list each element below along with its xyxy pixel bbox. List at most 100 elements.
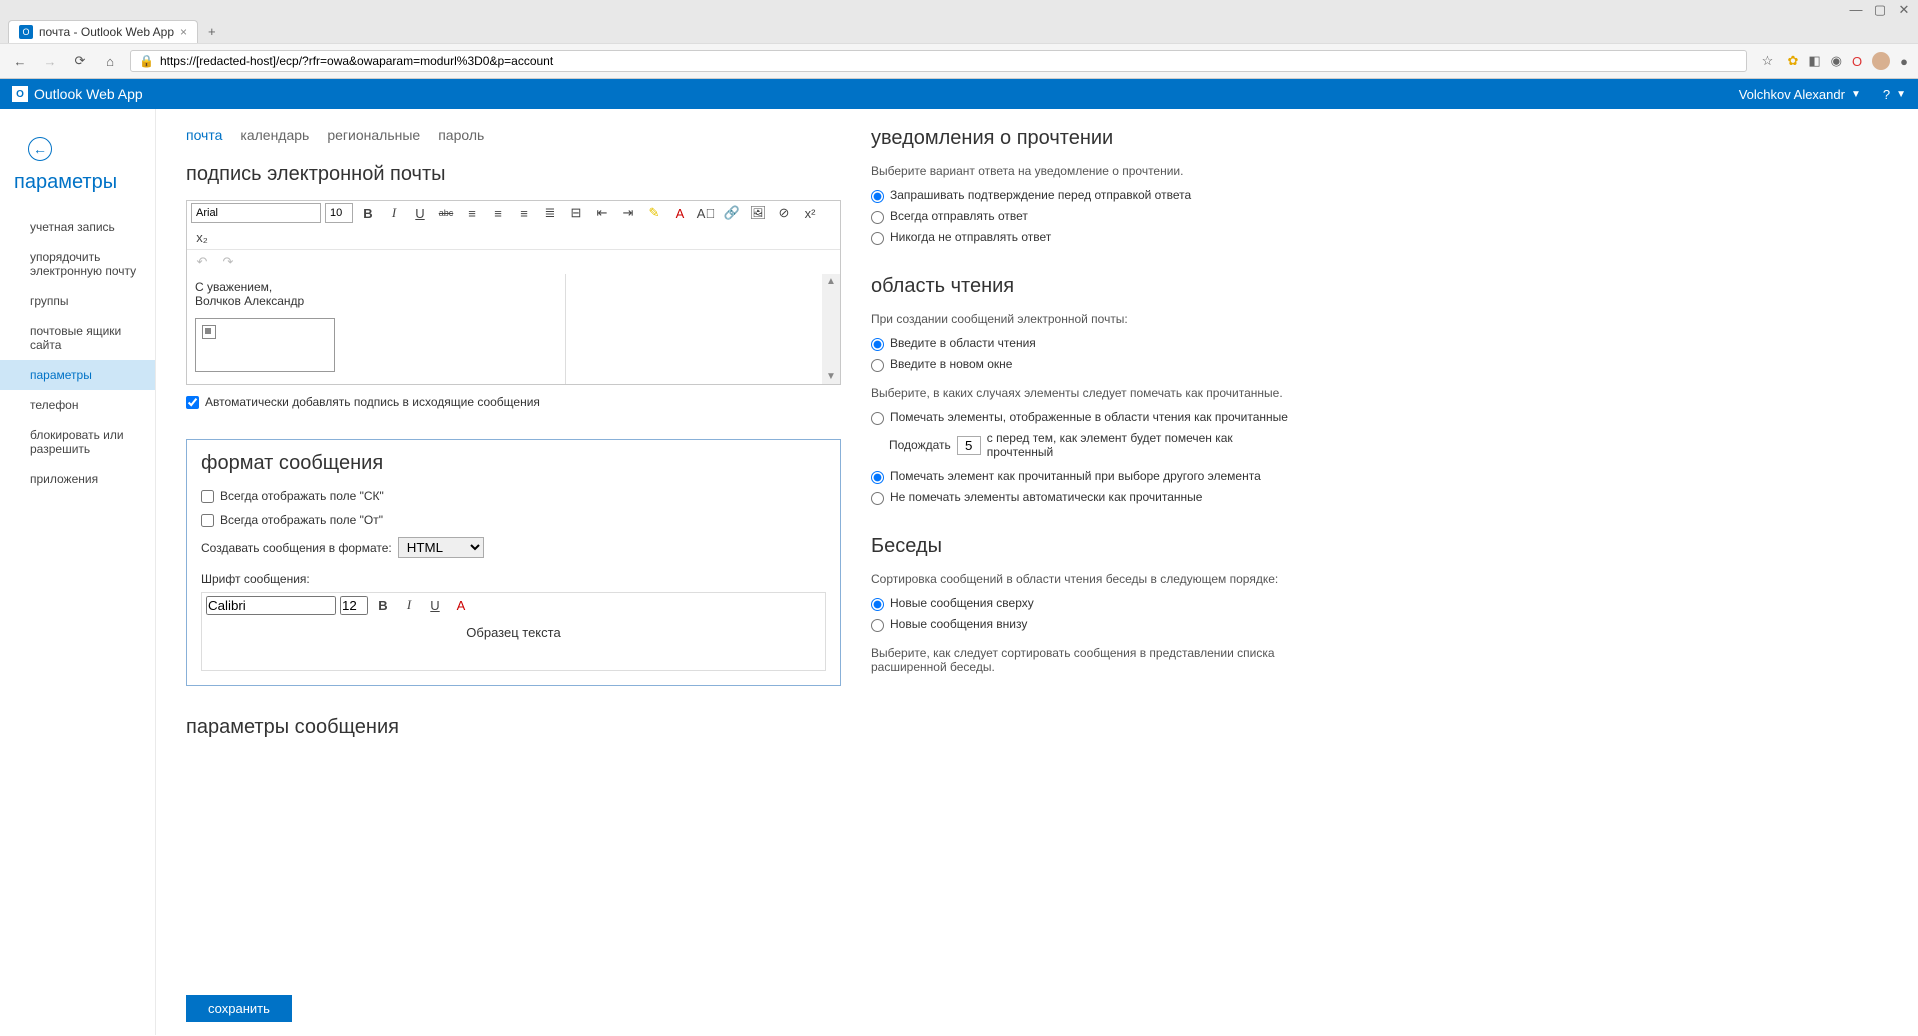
- align-left-button[interactable]: ≡: [461, 203, 483, 223]
- window-maximize-icon[interactable]: ▢: [1872, 2, 1888, 18]
- window-minimize-icon[interactable]: —: [1848, 2, 1864, 18]
- underline-button[interactable]: U: [409, 203, 431, 223]
- underline-button[interactable]: U: [424, 595, 446, 615]
- sidebar-item-phone[interactable]: телефон: [0, 390, 155, 420]
- reload-button[interactable]: ⟳: [70, 53, 90, 69]
- tab-close-icon[interactable]: ×: [180, 25, 187, 39]
- bold-button[interactable]: B: [357, 203, 379, 223]
- italic-button[interactable]: I: [398, 595, 420, 615]
- subscript-button[interactable]: x₂: [191, 227, 213, 247]
- extension-icon[interactable]: ◧: [1808, 53, 1820, 69]
- help-icon[interactable]: ?: [1883, 87, 1890, 102]
- tab-password[interactable]: пароль: [438, 127, 484, 143]
- newest-bottom-row[interactable]: Новые сообщения внизу: [871, 617, 1301, 632]
- font-color-button[interactable]: A: [669, 203, 691, 223]
- signature-image-placeholder[interactable]: [195, 318, 335, 372]
- no-auto-mark-row[interactable]: Не помечать элементы автоматически как п…: [871, 490, 1301, 505]
- editor-scrollbar[interactable]: ▲ ▼: [822, 274, 840, 384]
- always-from-checkbox[interactable]: [201, 514, 214, 527]
- compose-pane-radio[interactable]: [871, 338, 884, 351]
- highlight-button[interactable]: ✎: [643, 203, 665, 223]
- remove-link-button[interactable]: ⊘: [773, 203, 795, 223]
- sidebar-item-block-allow[interactable]: блокировать или разрешить: [0, 420, 155, 464]
- always-from-row[interactable]: Всегда отображать поле "От": [201, 513, 826, 527]
- receipt-ask-row[interactable]: Запрашивать подтверждение перед отправко…: [871, 188, 1301, 203]
- extension-icon[interactable]: ◉: [1831, 53, 1842, 69]
- scroll-up-icon[interactable]: ▲: [826, 276, 836, 287]
- compose-window-radio[interactable]: [871, 359, 884, 372]
- extension-icon[interactable]: ●: [1900, 54, 1908, 69]
- profile-avatar-icon[interactable]: [1872, 52, 1890, 70]
- signature-fontsize-input[interactable]: [325, 203, 353, 223]
- compose-format-select[interactable]: HTML: [398, 537, 484, 558]
- newest-bottom-radio[interactable]: [871, 619, 884, 632]
- browser-tab[interactable]: O почта - Outlook Web App ×: [8, 20, 198, 43]
- align-right-button[interactable]: ≡: [513, 203, 535, 223]
- compose-pane-row[interactable]: Введите в области чтения: [871, 336, 1301, 351]
- mark-displayed-radio[interactable]: [871, 412, 884, 425]
- message-fontsize-input[interactable]: [340, 596, 368, 615]
- font-color-button[interactable]: A: [450, 595, 472, 615]
- newest-top-row[interactable]: Новые сообщения сверху: [871, 596, 1301, 611]
- message-font-select[interactable]: [206, 596, 336, 615]
- forward-button[interactable]: →: [40, 54, 60, 69]
- outlook-logo-icon: O: [12, 86, 28, 102]
- new-tab-button[interactable]: +: [198, 20, 226, 43]
- tab-calendar[interactable]: календарь: [240, 127, 309, 143]
- always-cc-checkbox[interactable]: [201, 490, 214, 503]
- number-list-button[interactable]: ⊟: [565, 203, 587, 223]
- superscript-button[interactable]: x²: [799, 203, 821, 223]
- auto-signature-row[interactable]: Автоматически добавлять подпись в исходя…: [186, 395, 841, 409]
- receipt-never-row[interactable]: Никогда не отправлять ответ: [871, 230, 1301, 245]
- undo-button[interactable]: ↶: [191, 252, 213, 272]
- strikethrough-button[interactable]: abc: [435, 203, 457, 223]
- receipt-never-radio[interactable]: [871, 232, 884, 245]
- home-button[interactable]: ⌂: [100, 54, 120, 69]
- signature-textarea[interactable]: С уважением, Волчков Александр: [187, 274, 566, 384]
- tab-mail[interactable]: почта: [186, 127, 222, 143]
- sidebar-item-account[interactable]: учетная запись: [0, 212, 155, 242]
- address-bar[interactable]: 🔒: [130, 50, 1747, 72]
- align-center-button[interactable]: ≡: [487, 203, 509, 223]
- url-input[interactable]: [160, 54, 1739, 68]
- save-button[interactable]: сохранить: [186, 995, 292, 1022]
- back-button[interactable]: ←: [10, 54, 30, 69]
- redo-button[interactable]: ↷: [217, 252, 239, 272]
- mark-displayed-row[interactable]: Помечать элементы, отображенные в област…: [871, 410, 1301, 425]
- message-params-heading: параметры сообщения: [186, 716, 841, 739]
- star-icon[interactable]: ☆: [1757, 53, 1777, 69]
- extension-icon[interactable]: O: [1852, 54, 1862, 69]
- outdent-button[interactable]: ⇤: [591, 203, 613, 223]
- bullet-list-button[interactable]: ≣: [539, 203, 561, 223]
- mark-on-select-row[interactable]: Помечать элемент как прочитанный при выб…: [871, 469, 1301, 484]
- always-cc-row[interactable]: Всегда отображать поле "СК": [201, 489, 826, 503]
- signature-font-select[interactable]: [191, 203, 321, 223]
- receipt-always-row[interactable]: Всегда отправлять ответ: [871, 209, 1301, 224]
- no-auto-mark-radio[interactable]: [871, 492, 884, 505]
- wait-seconds-input[interactable]: [957, 436, 981, 455]
- compose-window-row[interactable]: Введите в новом окне: [871, 357, 1301, 372]
- sidebar-item-settings[interactable]: параметры: [0, 360, 155, 390]
- newest-top-radio[interactable]: [871, 598, 884, 611]
- scroll-down-icon[interactable]: ▼: [826, 371, 836, 382]
- indent-button[interactable]: ⇥: [617, 203, 639, 223]
- insert-link-button[interactable]: 🔗: [721, 203, 743, 223]
- extension-icon[interactable]: ✿: [1787, 53, 1798, 69]
- insert-image-button[interactable]: 🖼: [747, 203, 769, 223]
- auto-signature-checkbox[interactable]: [186, 396, 199, 409]
- sidebar-item-site-mailboxes[interactable]: почтовые ящики сайта: [0, 316, 155, 360]
- mark-on-select-radio[interactable]: [871, 471, 884, 484]
- bold-button[interactable]: B: [372, 595, 394, 615]
- receipt-always-radio[interactable]: [871, 211, 884, 224]
- receipt-always-label: Всегда отправлять ответ: [890, 209, 1028, 223]
- receipt-ask-radio[interactable]: [871, 190, 884, 203]
- clear-format-button[interactable]: A⃠: [695, 203, 717, 223]
- user-menu[interactable]: Volchkov Alexandr ▼ ? ▼: [1739, 87, 1906, 102]
- window-close-icon[interactable]: ✕: [1896, 2, 1912, 18]
- sidebar-item-groups[interactable]: группы: [0, 286, 155, 316]
- sidebar-item-apps[interactable]: приложения: [0, 464, 155, 494]
- italic-button[interactable]: I: [383, 203, 405, 223]
- sidebar-item-organize-mail[interactable]: упорядочить электронную почту: [0, 242, 155, 286]
- back-circle-button[interactable]: ←: [28, 137, 52, 161]
- tab-regional[interactable]: региональные: [327, 127, 420, 143]
